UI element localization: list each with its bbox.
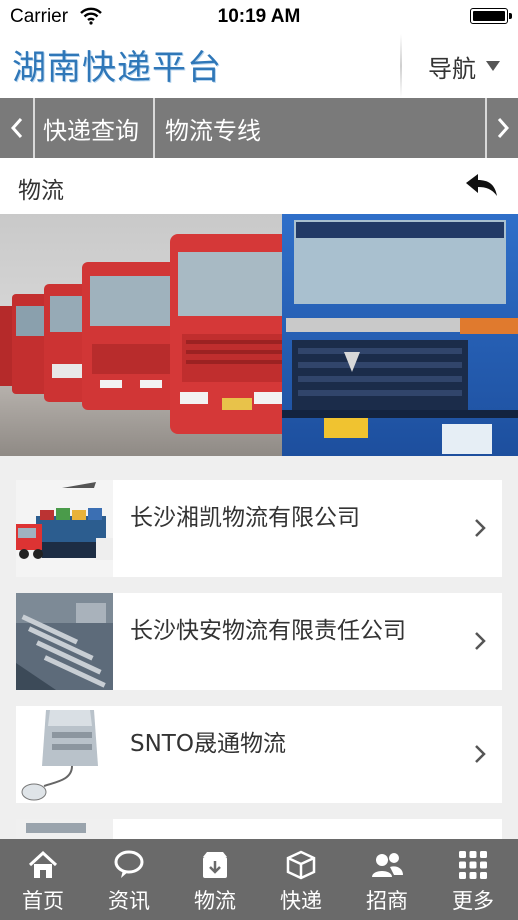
chevron-right-icon <box>475 519 486 537</box>
list-item-title: 长沙湘凯物流有限公司 <box>130 505 360 531</box>
caret-down-icon <box>486 61 500 71</box>
list-item[interactable]: SNTO晟通物流 <box>16 706 502 803</box>
category-tab-bar: 快递查询 物流专线 <box>0 98 518 158</box>
parcel-mouse-thumbnail <box>16 706 113 803</box>
bottom-nav-express[interactable]: 快递 <box>258 839 344 920</box>
tab-logistics-line[interactable]: 物流专线 <box>157 98 277 158</box>
hero-banner-trucks-image <box>0 214 518 456</box>
tab-scroll-left-button[interactable] <box>0 98 35 158</box>
status-bar: Carrier 10:19 AM <box>0 0 518 34</box>
people-icon <box>344 849 430 883</box>
page-header: 物流 <box>0 158 518 214</box>
bottom-nav-label: 招商 <box>366 889 408 913</box>
tab-express-query[interactable]: 快递查询 <box>35 98 155 158</box>
bottom-nav-home[interactable]: 首页 <box>0 839 86 920</box>
list-item-title: SNTO晟通物流 <box>130 731 286 757</box>
logistics-thumbnail <box>16 480 113 577</box>
parcel-icon <box>172 849 258 883</box>
home-icon <box>0 849 86 883</box>
back-button[interactable] <box>464 172 500 200</box>
box-icon <box>258 849 344 883</box>
battery-icon <box>470 8 512 24</box>
chevron-right-icon <box>475 745 486 763</box>
bottom-nav-news[interactable]: 资讯 <box>86 839 172 920</box>
chevron-right-icon <box>475 632 486 650</box>
bottom-nav-more[interactable]: 更多 <box>430 839 516 920</box>
bottom-nav-label: 更多 <box>452 889 494 913</box>
back-arrow-icon <box>466 174 497 196</box>
bottom-nav-logistics[interactable]: 物流 <box>172 839 258 920</box>
tab-scroll-right-button[interactable] <box>485 98 518 158</box>
clock: 10:19 AM <box>217 6 301 27</box>
navigation-label: 导航 <box>428 54 476 83</box>
chevron-right-icon <box>497 118 509 138</box>
page-title: 物流 <box>18 178 64 204</box>
port-thumbnail <box>16 593 113 690</box>
bottom-tab-bar: 首页 资讯 物流 快递 招商 更多 <box>0 839 518 920</box>
chat-bubble-icon <box>86 849 172 883</box>
app-header: 湖南快递平台 导航 <box>0 34 518 98</box>
list-item[interactable]: 长沙湘凯物流有限公司 <box>16 480 502 577</box>
bottom-nav-business[interactable]: 招商 <box>344 839 430 920</box>
app-title: 湖南快递平台 <box>12 48 222 88</box>
bottom-nav-label: 快递 <box>280 889 322 913</box>
bottom-nav-label: 物流 <box>194 889 236 913</box>
header-divider <box>400 34 402 98</box>
list-item[interactable]: 长沙快安物流有限责任公司 <box>16 593 502 690</box>
bottom-nav-label: 资讯 <box>108 889 150 913</box>
bottom-nav-label: 首页 <box>22 889 64 913</box>
navigation-button[interactable]: 导航 <box>410 34 518 98</box>
grid-icon <box>430 849 516 883</box>
chevron-left-icon <box>10 118 22 138</box>
list-item-title: 长沙快安物流有限责任公司 <box>130 618 406 644</box>
